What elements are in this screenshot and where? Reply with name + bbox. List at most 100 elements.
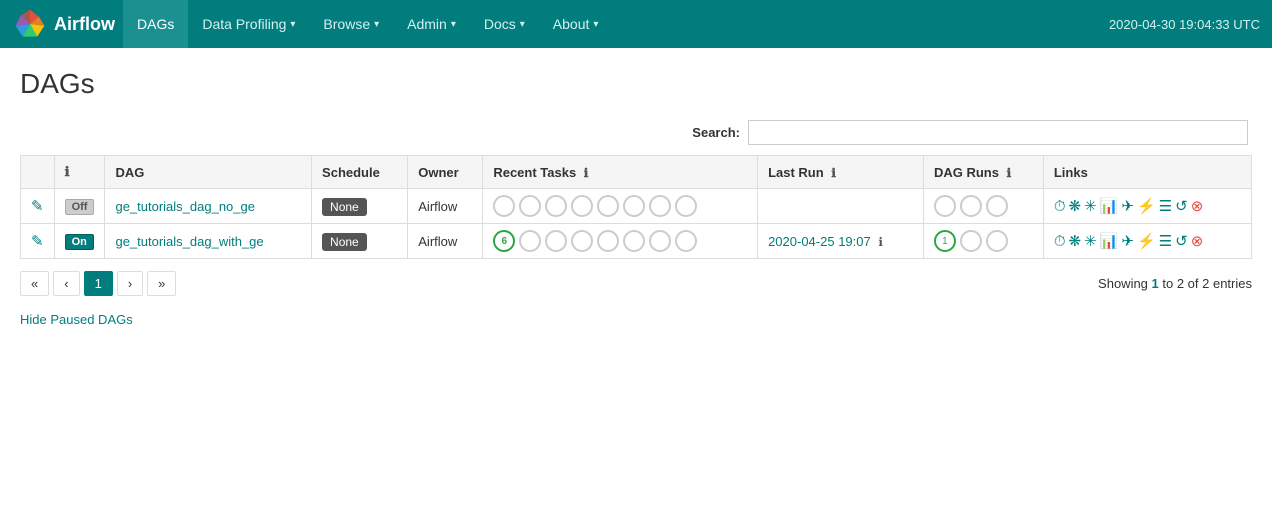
code-icon[interactable]: ☰ xyxy=(1159,232,1172,250)
schedule-badge-1: None xyxy=(322,198,367,216)
nav-docs[interactable]: Docs ▾ xyxy=(470,0,539,48)
dag-run-circles-1 xyxy=(934,195,1033,217)
links-icons-1: ⏱ ❋ ✳ 📊 ✈ ⚡ ☰ ↺ ⊗ xyxy=(1054,197,1241,215)
links-icons-2: ⏱ ❋ ✳ 📊 ✈ ⚡ ☰ ↺ ⊗ xyxy=(1054,232,1241,250)
data-profiling-caret-icon: ▾ xyxy=(290,19,295,30)
graph-view-icon[interactable]: ✳ xyxy=(1084,232,1097,250)
delete-icon[interactable]: ⊗ xyxy=(1191,197,1204,215)
task-circle xyxy=(675,230,697,252)
task-circle xyxy=(597,195,619,217)
dag-name-cell-1: ge_tutorials_dag_no_ge xyxy=(105,189,312,224)
col-edit xyxy=(21,156,55,189)
owner-cell-1: Airflow xyxy=(408,189,483,224)
col-info: ℹ xyxy=(54,156,105,189)
task-circle xyxy=(519,195,541,217)
page-last-button[interactable]: » xyxy=(147,271,176,296)
page-first-button[interactable]: « xyxy=(20,271,49,296)
dag-runs-cell-2: 1 xyxy=(923,224,1043,259)
toggle-button-1[interactable]: Off xyxy=(65,199,95,215)
schedule-cell-1: None xyxy=(312,189,408,224)
task-circle xyxy=(649,230,671,252)
toggle-button-2[interactable]: On xyxy=(65,234,94,250)
trigger-dag-icon[interactable]: ⏱ xyxy=(1054,198,1066,215)
nav-timestamp: 2020-04-30 19:04:33 UTC xyxy=(1109,17,1260,32)
landing-times-icon[interactable]: ⚡ xyxy=(1137,232,1156,250)
dag-run-circle-highlighted: 1 xyxy=(934,230,956,252)
task-circle-highlighted: 6 xyxy=(493,230,515,252)
owner-cell-2: Airflow xyxy=(408,224,483,259)
page-title: DAGs xyxy=(20,68,1252,100)
trigger-dag-icon[interactable]: ⏱ xyxy=(1054,233,1066,250)
nav-admin[interactable]: Admin ▾ xyxy=(393,0,470,48)
nav-about[interactable]: About ▾ xyxy=(539,0,613,48)
duration-chart-icon[interactable]: 📊 xyxy=(1100,197,1119,215)
graph-view-icon[interactable]: ✳ xyxy=(1084,197,1097,215)
brand[interactable]: Airflow xyxy=(12,6,115,42)
task-circle xyxy=(571,195,593,217)
last-run-cell-1 xyxy=(758,189,924,224)
pagination-area: « ‹ 1 › » Showing 1 to 2 of 2 entries xyxy=(20,271,1252,296)
nav-dags[interactable]: DAGs xyxy=(123,0,188,48)
hide-paused-link[interactable]: Hide Paused DAGs xyxy=(20,312,133,327)
nav-data-profiling[interactable]: Data Profiling ▾ xyxy=(188,0,309,48)
code-icon[interactable]: ☰ xyxy=(1159,197,1172,215)
dag-runs-cell-1 xyxy=(923,189,1043,224)
hide-paused-area: Hide Paused DAGs xyxy=(20,312,1252,327)
dag-link-1[interactable]: ge_tutorials_dag_no_ge xyxy=(115,199,255,214)
task-circle xyxy=(623,230,645,252)
about-caret-icon: ▾ xyxy=(593,19,598,30)
dags-table: ℹ DAG Schedule Owner Recent Tasks ℹ Last… xyxy=(20,155,1252,259)
task-circle xyxy=(623,195,645,217)
links-cell-2: ⏱ ❋ ✳ 📊 ✈ ⚡ ☰ ↺ ⊗ xyxy=(1043,224,1251,259)
edit-icon-1[interactable]: ✎ xyxy=(31,198,44,215)
task-circle xyxy=(545,230,567,252)
dag-run-circle xyxy=(934,195,956,217)
col-last-run: Last Run ℹ xyxy=(758,156,924,189)
dag-link-2[interactable]: ge_tutorials_dag_with_ge xyxy=(115,234,263,249)
page-next-button[interactable]: › xyxy=(117,271,143,296)
landing-times-icon[interactable]: ⚡ xyxy=(1137,197,1156,215)
task-circle xyxy=(597,230,619,252)
last-run-cell-2: 2020-04-25 19:07 ℹ xyxy=(758,224,924,259)
dag-name-cell-2: ge_tutorials_dag_with_ge xyxy=(105,224,312,259)
tree-view-icon[interactable]: ❋ xyxy=(1069,232,1082,250)
refresh-icon[interactable]: ↺ xyxy=(1175,232,1188,250)
docs-caret-icon: ▾ xyxy=(520,19,525,30)
admin-caret-icon: ▾ xyxy=(451,19,456,30)
page-content: DAGs Search: ℹ DAG Schedule Owner Recent… xyxy=(0,48,1272,347)
task-circle xyxy=(545,195,567,217)
refresh-icon[interactable]: ↺ xyxy=(1175,197,1188,215)
links-cell-1: ⏱ ❋ ✳ 📊 ✈ ⚡ ☰ ↺ ⊗ xyxy=(1043,189,1251,224)
toggle-cell-2: On xyxy=(54,224,105,259)
col-links: Links xyxy=(1043,156,1251,189)
page-prev-button[interactable]: ‹ xyxy=(53,271,79,296)
recent-tasks-cell-1 xyxy=(483,189,758,224)
airflow-logo-icon xyxy=(12,6,48,42)
task-circle xyxy=(649,195,671,217)
last-run-info-icon: ℹ xyxy=(878,235,883,249)
search-input[interactable] xyxy=(748,120,1248,145)
task-circles-1 xyxy=(493,195,747,217)
brand-label: Airflow xyxy=(54,14,115,35)
delete-icon[interactable]: ⊗ xyxy=(1191,232,1204,250)
col-dag: DAG xyxy=(105,156,312,189)
schedule-badge-2: None xyxy=(322,233,367,251)
dag-run-circle xyxy=(986,230,1008,252)
navbar: Airflow DAGs Data Profiling ▾ Browse ▾ A… xyxy=(0,0,1272,48)
browse-caret-icon: ▾ xyxy=(374,19,379,30)
edit-icon-2[interactable]: ✎ xyxy=(31,233,44,250)
dag-run-circle xyxy=(986,195,1008,217)
tree-view-icon[interactable]: ❋ xyxy=(1069,197,1082,215)
recent-tasks-cell-2: 6 xyxy=(483,224,758,259)
task-circle xyxy=(519,230,541,252)
dag-run-circle xyxy=(960,195,982,217)
page-1-button[interactable]: 1 xyxy=(84,271,113,296)
gantt-icon[interactable]: ✈ xyxy=(1121,197,1134,215)
duration-chart-icon[interactable]: 📊 xyxy=(1100,232,1119,250)
showing-range-start: 1 xyxy=(1152,276,1159,291)
toggle-cell-1: Off xyxy=(54,189,105,224)
col-schedule: Schedule xyxy=(312,156,408,189)
schedule-cell-2: None xyxy=(312,224,408,259)
gantt-icon[interactable]: ✈ xyxy=(1121,232,1134,250)
nav-browse[interactable]: Browse ▾ xyxy=(309,0,393,48)
